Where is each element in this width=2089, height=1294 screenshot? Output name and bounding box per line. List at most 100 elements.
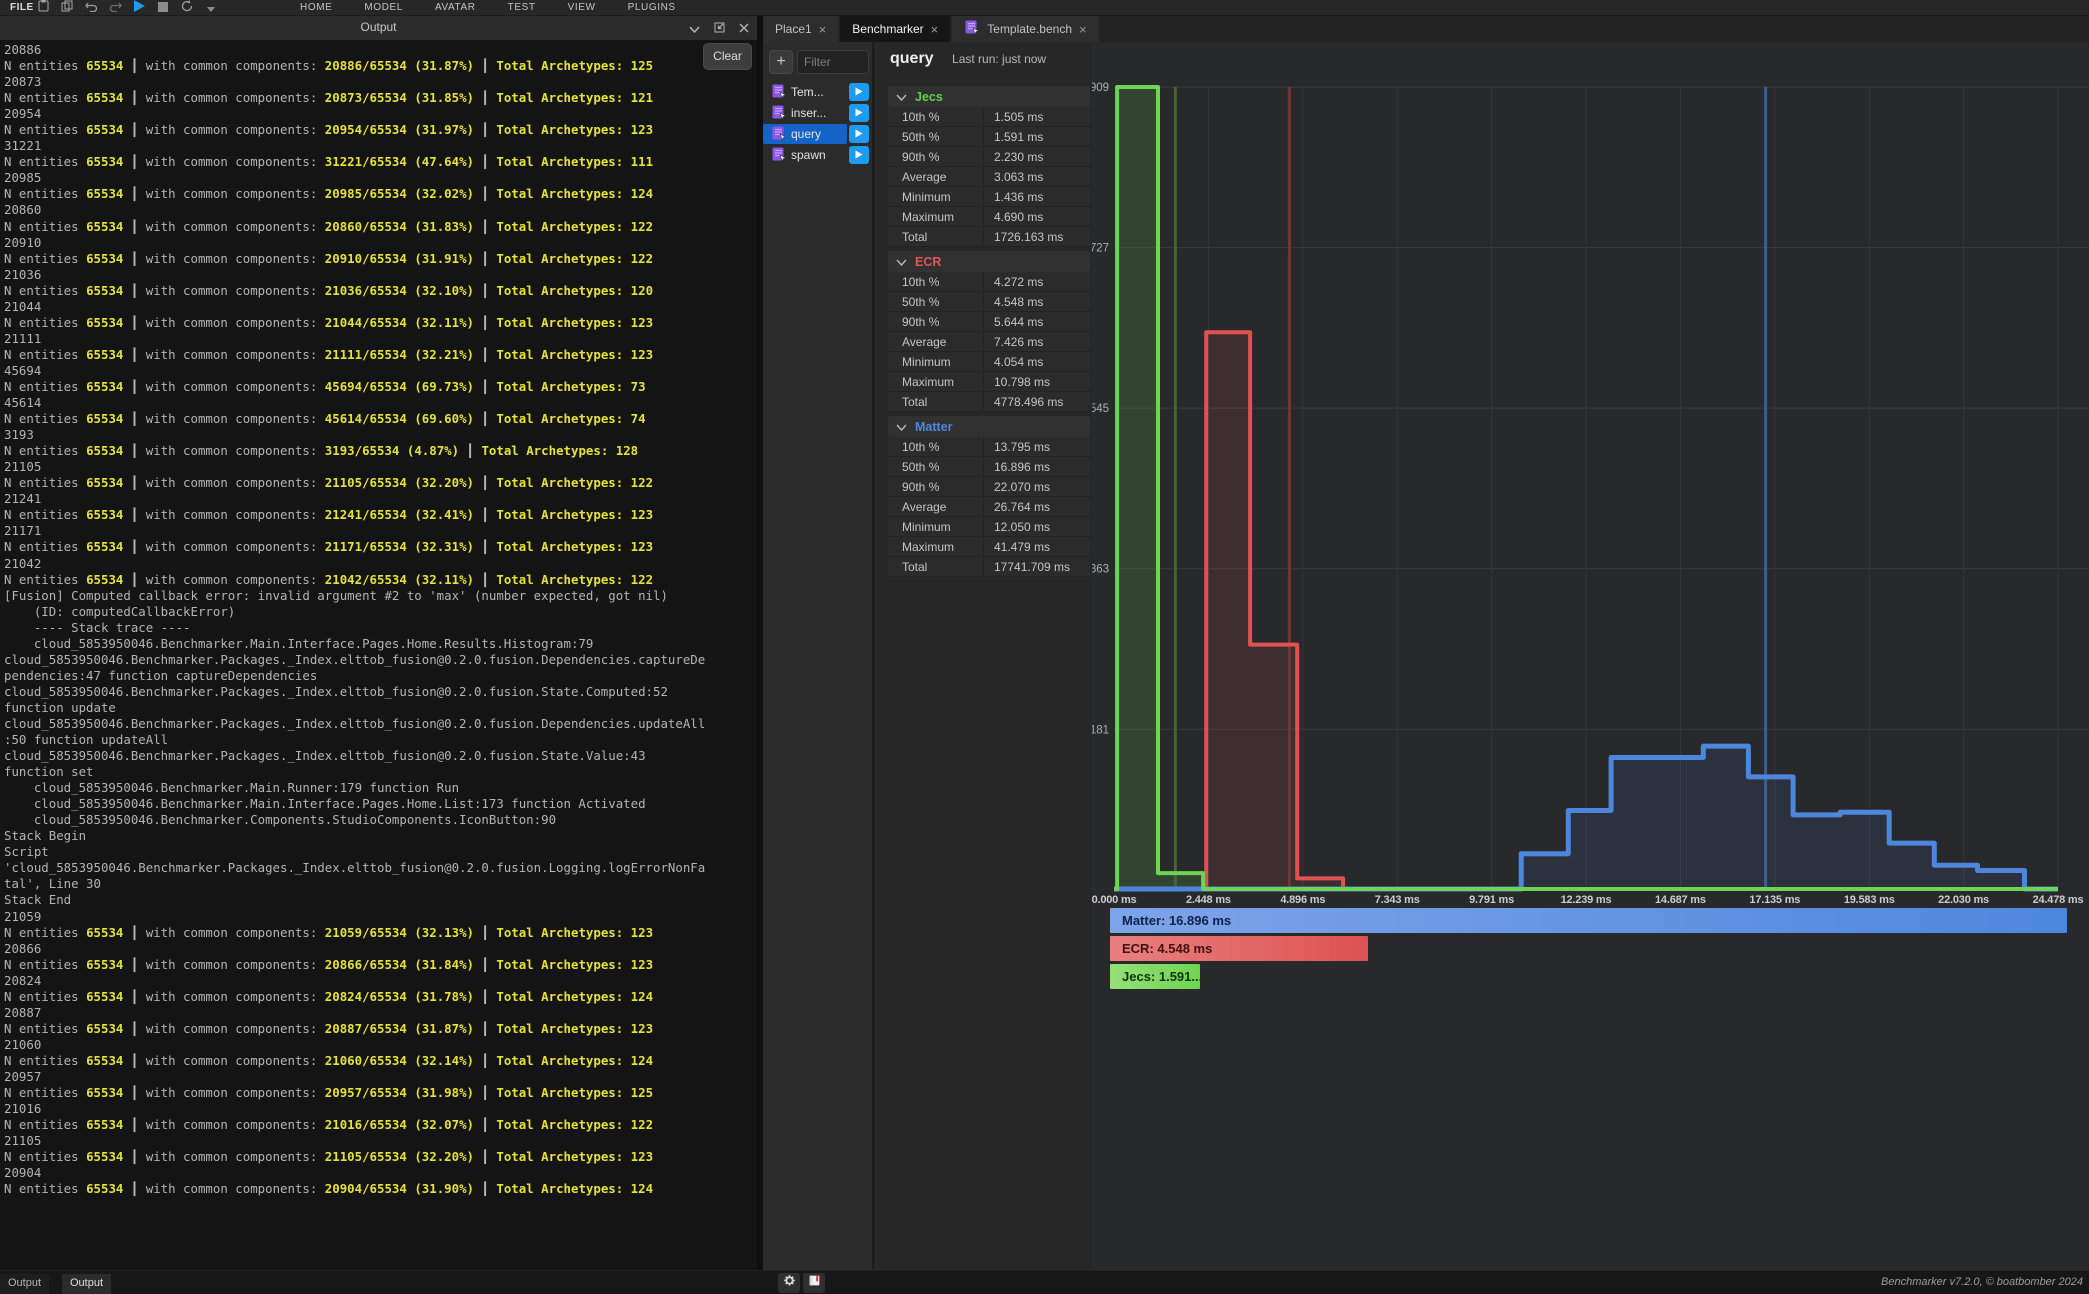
stat-value: 17741.709 ms: [984, 560, 1070, 574]
stat-label: 10th %: [888, 272, 984, 292]
stat-value: 1.505 ms: [984, 110, 1043, 124]
toolbar-copy-button[interactable]: [60, 2, 74, 14]
y-tick-label: 363: [1092, 564, 1109, 576]
chevron-down-icon: [896, 88, 907, 106]
section-header-matter[interactable]: Matter: [888, 416, 1090, 437]
stat-value: 1726.163 ms: [984, 230, 1063, 244]
stat-value: 4778.496 ms: [984, 395, 1063, 409]
section-header-ecr[interactable]: ECR: [888, 251, 1090, 272]
console-line: N entities 65534 ┃ with common component…: [4, 989, 752, 1005]
console-line: N entities 65534 ┃ with common component…: [4, 475, 752, 491]
console-line: 20957: [4, 1069, 752, 1085]
studio-window: { "toolbar": { "file_label": "FILE", "ic…: [0, 0, 2089, 1293]
toolbar-redo-button[interactable]: [108, 2, 122, 14]
output-panel-header[interactable]: Output: [0, 16, 757, 40]
console-line: N entities 65534 ┃ with common component…: [4, 251, 752, 267]
console-line: 20866: [4, 941, 752, 957]
console-line: N entities 65534 ┃ with common component…: [4, 347, 752, 363]
tab-benchmarker[interactable]: Benchmarker×: [840, 16, 950, 42]
stats-row: 50th %1.591 ms: [888, 127, 1090, 147]
x-tick-label: 7.343 ms: [1375, 894, 1420, 906]
benchmark-item-inser[interactable]: inser...: [763, 103, 873, 123]
menu-view[interactable]: VIEW: [568, 2, 596, 13]
tab-template-bench[interactable]: Template.bench×: [952, 16, 1098, 42]
toolbar-caret-down-button[interactable]: [204, 2, 218, 14]
console-line: N entities 65534 ┃ with common component…: [4, 1117, 752, 1133]
stats-row: Minimum1.436 ms: [888, 187, 1090, 207]
benchmark-item-tem[interactable]: Tem...: [763, 82, 873, 102]
stat-label: 50th %: [888, 127, 984, 147]
chevron-down-icon: [896, 418, 907, 436]
console-line: ---- Stack trace ----: [4, 620, 752, 636]
y-tick-label: 727: [1092, 243, 1109, 255]
status-bar: Output Output Benchmarker v7.2.0, © boat…: [0, 1270, 2089, 1293]
console-line: N entities 65534 ┃ with common component…: [4, 925, 752, 941]
stats-row: 90th %5.644 ms: [888, 312, 1090, 332]
run-benchmark-button[interactable]: [849, 125, 869, 143]
benchmark-item-spawn[interactable]: spawn: [763, 145, 873, 165]
file-menu[interactable]: FILE: [10, 2, 34, 13]
menu-model[interactable]: MODEL: [364, 2, 403, 13]
menu-avatar[interactable]: AVATAR: [435, 2, 476, 13]
console-line: N entities 65534 ┃ with common component…: [4, 1085, 752, 1101]
plugin-button[interactable]: [803, 1273, 825, 1293]
legend-bar-matter[interactable]: [1110, 908, 2067, 933]
console-line: :50 function updateAll: [4, 732, 752, 748]
section-name: Jecs: [915, 90, 943, 104]
benchmark-item-label: inser...: [791, 106, 826, 120]
section-header-jecs[interactable]: Jecs: [888, 86, 1090, 107]
reset-icon: [181, 0, 193, 17]
filter-input[interactable]: [797, 50, 869, 74]
output-panel: Output Clear 20886N entities 65534 ┃ wit…: [0, 16, 757, 1270]
run-benchmark-button[interactable]: [849, 146, 869, 164]
bottom-tab-output-2[interactable]: Output: [62, 1274, 111, 1294]
console-log[interactable]: 20886N entities 65534 ┃ with common comp…: [4, 42, 752, 1268]
stat-label: Maximum: [888, 207, 984, 227]
benchmark-item-query[interactable]: query: [763, 124, 873, 144]
tab-place1[interactable]: Place1 ×: [763, 16, 838, 42]
menu-test[interactable]: TEST: [508, 2, 536, 13]
stat-value: 4.690 ms: [984, 210, 1043, 224]
stat-value: 7.426 ms: [984, 335, 1043, 349]
console-line: 21060: [4, 1037, 752, 1053]
console-line: 20824: [4, 973, 752, 989]
stats-table: 10th %4.272 ms50th %4.548 ms90th %5.644 …: [888, 272, 1090, 412]
console-line: cloud_5853950046.Benchmarker.Packages._I…: [4, 684, 752, 700]
chevron-down-button[interactable]: [689, 20, 700, 38]
clear-button[interactable]: Clear: [703, 43, 752, 70]
stat-label: Total: [888, 557, 984, 577]
toolbar-clipboard-button[interactable]: [36, 2, 50, 14]
toolbar-play-button[interactable]: [132, 2, 146, 14]
tab-label: Place1: [775, 22, 812, 36]
console-line: N entities 65534 ┃ with common component…: [4, 957, 752, 973]
dock-button[interactable]: [714, 20, 725, 38]
toolbar-reset-button[interactable]: [180, 2, 194, 14]
menu-home[interactable]: HOME: [300, 2, 332, 13]
stats-row: 50th %4.548 ms: [888, 292, 1090, 312]
legend-label: ECR: 4.548 ms: [1122, 941, 1212, 956]
run-benchmark-button[interactable]: [849, 83, 869, 101]
close-icon[interactable]: ×: [819, 22, 827, 37]
menu-plugins[interactable]: PLUGINS: [628, 2, 676, 13]
toolbar-icons: [36, 0, 218, 16]
close-icon[interactable]: ×: [931, 22, 939, 37]
stat-label: 90th %: [888, 477, 984, 497]
add-benchmark-button[interactable]: +: [769, 50, 793, 74]
console-line: N entities 65534 ┃ with common component…: [4, 507, 752, 523]
x-tick-label: 12.239 ms: [1561, 894, 1612, 906]
toolbar-menus: HOME MODEL AVATAR TEST VIEW PLUGINS: [300, 2, 676, 13]
benchmark-item-label: spawn: [791, 148, 826, 162]
toolbar-undo-button[interactable]: [84, 2, 98, 14]
x-tick-label: 14.687 ms: [1655, 894, 1706, 906]
toolbar-stop-button[interactable]: [156, 2, 170, 14]
close-button[interactable]: [739, 20, 749, 38]
x-tick-label: 19.583 ms: [1844, 894, 1895, 906]
stat-value: 12.050 ms: [984, 520, 1050, 534]
settings-button[interactable]: [778, 1273, 800, 1293]
x-tick-label: 4.896 ms: [1280, 894, 1325, 906]
play-small-icon: [855, 83, 863, 101]
bottom-tab-output-1[interactable]: Output: [0, 1274, 49, 1294]
close-icon[interactable]: ×: [1079, 22, 1087, 37]
run-benchmark-button[interactable]: [849, 104, 869, 122]
console-line: 21016: [4, 1101, 752, 1117]
